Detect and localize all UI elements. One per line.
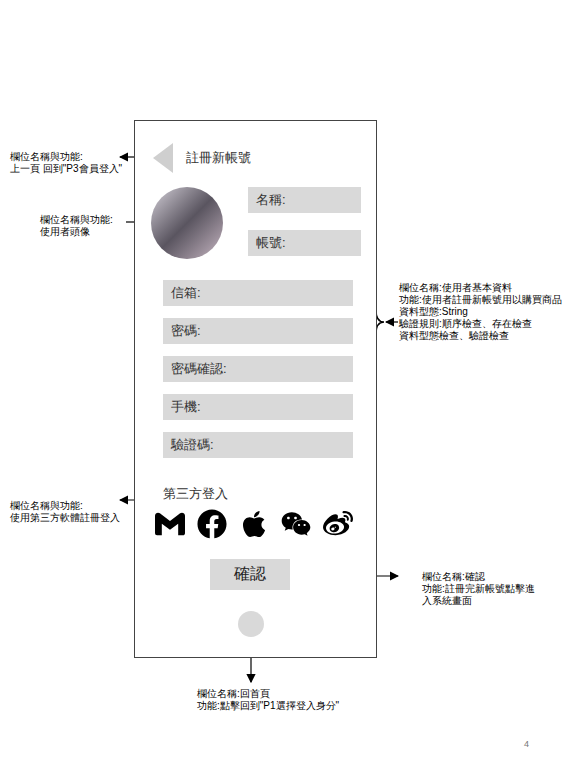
input-field[interactable]: 驗證碼: — [163, 432, 353, 458]
annotation-line: 欄位名稱:確認 — [422, 571, 544, 583]
profile-row: 名稱: 帳號: — [135, 187, 376, 259]
annotation-line: 欄位名稱與功能: — [10, 500, 120, 512]
third-party-title: 第三方登入 — [135, 486, 376, 503]
form-fields: 信箱: 密碼: 密碼確認: 手機: 驗證碼: — [135, 280, 376, 458]
input-field[interactable]: 手機: — [163, 394, 353, 420]
annotation-line: 使用者頭像 — [40, 226, 113, 238]
home-button[interactable] — [238, 611, 264, 637]
page-number: 4 — [524, 738, 529, 752]
input-field[interactable]: 信箱: — [163, 280, 353, 306]
annotation: 欄位名稱:使用者基本資料功能:使用者註冊新帳號用以購買商品資料型態:String… — [399, 282, 562, 342]
annotation-line: 欄位名稱:使用者基本資料 — [399, 282, 562, 294]
weibo-icon[interactable] — [323, 509, 353, 539]
input-field[interactable]: 帳號: — [248, 230, 361, 256]
annotation-line: 功能:註冊完新帳號點擊進入系統畫面 — [422, 583, 544, 607]
avatar-image[interactable] — [151, 187, 223, 259]
annotation-line: 使用第三方軟體註冊登入 — [10, 512, 120, 524]
annotation: 欄位名稱與功能:使用第三方軟體註冊登入 — [10, 500, 120, 524]
input-field[interactable]: 密碼確認: — [163, 356, 353, 382]
third-party-icons — [135, 509, 376, 539]
annotation-line: 功能:點擊回到"P1選擇登入身分" — [197, 700, 339, 712]
annotation-line: 欄位名稱與功能: — [40, 214, 113, 226]
input-field[interactable]: 密碼: — [163, 318, 353, 344]
confirm-button[interactable]: 確認 — [210, 559, 290, 590]
annotation: 欄位名稱與功能:上一頁 回到"P3會員登入" — [10, 151, 122, 175]
annotation-line: 欄位名稱與功能: — [10, 151, 122, 163]
input-field[interactable]: 名稱: — [248, 187, 361, 213]
annotation-line: 驗證規則:順序檢查、存在檢查 — [399, 318, 562, 330]
annotation-line: 欄位名稱:回首頁 — [197, 688, 339, 700]
annotation-line: 資料型態:String — [399, 306, 562, 318]
wechat-icon[interactable] — [281, 509, 311, 539]
facebook-icon[interactable] — [197, 509, 227, 539]
annotation-line: 上一頁 回到"P3會員登入" — [10, 163, 122, 175]
back-icon[interactable] — [153, 143, 173, 173]
gmail-icon[interactable] — [155, 509, 185, 539]
annotation: 欄位名稱:回首頁功能:點擊回到"P1選擇登入身分" — [197, 688, 339, 712]
annotation: 欄位名稱:確認功能:註冊完新帳號點擊進入系統畫面 — [422, 571, 544, 607]
page-title: 註冊新帳號 — [186, 148, 251, 168]
document-page: 註冊新帳號名稱:帳號:信箱:密碼:密碼確認:手機:驗證碼:第三方登入確認欄位名稱… — [0, 0, 580, 758]
annotation-line: 資料型態檢查、驗證檢查 — [399, 330, 562, 342]
annotation: 欄位名稱與功能:使用者頭像 — [40, 214, 113, 238]
top-fields: 名稱: 帳號: — [248, 187, 361, 259]
header: 註冊新帳號 — [135, 143, 376, 173]
apple-icon[interactable] — [239, 509, 269, 539]
annotation-line: 功能:使用者註冊新帳號用以購買商品 — [399, 294, 562, 306]
phone-frame: 註冊新帳號名稱: 帳號: 信箱: 密碼: 密碼確認: 手機: 驗證碼: 第三方登入確認 — [134, 120, 377, 658]
